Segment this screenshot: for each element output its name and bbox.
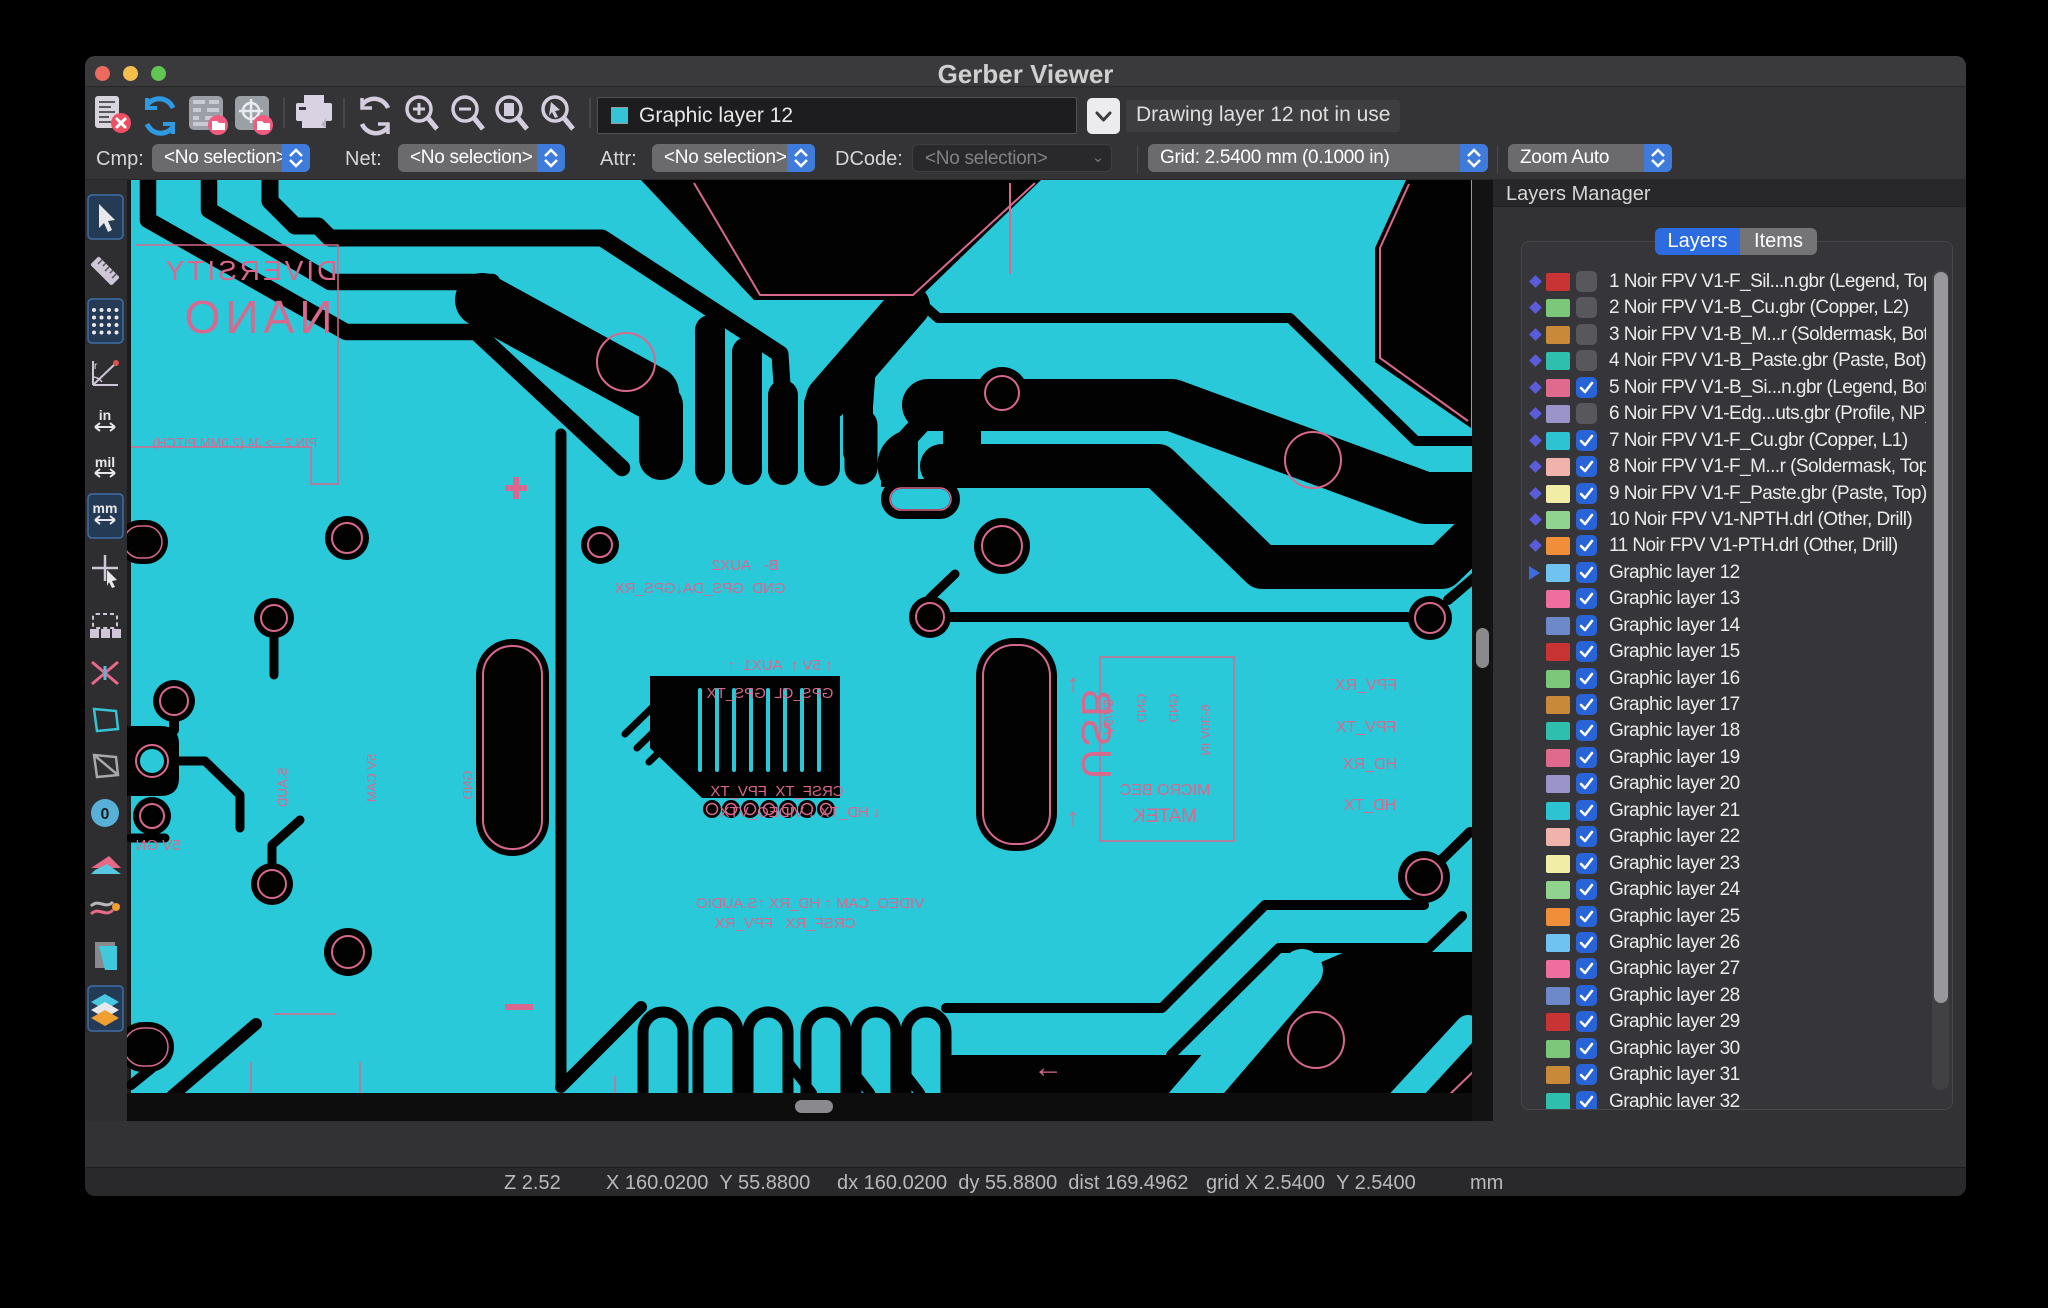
svg-text:USB: USB <box>1073 687 1120 779</box>
svg-text:in: in <box>99 407 111 423</box>
svg-text:MICRO BEC: MICRO BEC <box>1120 782 1211 799</box>
svg-text:PIN 2 --> J4 (2.0MM PITCH): PIN 2 --> J4 (2.0MM PITCH) <box>153 435 317 450</box>
svg-text:mil: mil <box>95 454 115 470</box>
svg-text:CRSF_RX FPV_RX: CRSF_RX FPV_RX <box>715 915 856 932</box>
svg-text:MATEK: MATEK <box>1133 806 1197 827</box>
svg-text:GND GPS_DA↓GPS_RX: GND GPS_DA↓GPS_RX <box>615 580 786 597</box>
svg-text:HD_TX: HD_TX <box>1343 797 1396 814</box>
svg-text:B- AUX2: B- AUX2 <box>712 557 779 574</box>
svg-text:6-30V IN: 6-30V IN <box>1198 704 1213 755</box>
svg-text:CRSF_TX FPV_TX: CRSF_TX FPV_TX <box>710 783 843 800</box>
svg-text:NANO: NANO <box>180 291 333 343</box>
svg-text:→: → <box>1033 1051 1063 1084</box>
svg-text:0: 0 <box>101 806 110 823</box>
svg-text:VIDEO_CAM ↑ HD_RX ↑S.AUDIO: VIDEO_CAM ↑ HD_RX ↑S.AUDIO <box>696 895 924 912</box>
svg-text:5V GN: 5V GN <box>135 837 180 854</box>
svg-text:5V CAM: 5V CAM <box>364 754 379 802</box>
svg-text:↓ HD_TX ↓ VIDEO_VTX: ↓ HD_TX ↓ VIDEO_VTX <box>720 804 881 821</box>
svg-text:HD_RX: HD_RX <box>1343 756 1398 773</box>
svg-text:r: r <box>94 361 98 372</box>
svg-text:DIVERSITY: DIVERSITY <box>163 255 338 286</box>
svg-text:GND: GND <box>460 771 475 800</box>
svg-text:GND: GND <box>1134 694 1149 723</box>
svg-text:GPS_CL GPS_TX: GPS_CL GPS_TX <box>707 685 834 702</box>
svg-text:↑ 5V ↑ AUX1 ↑: ↑ 5V ↑ AUX1 ↑ <box>727 657 832 674</box>
svg-text:mm: mm <box>93 500 118 516</box>
svg-text:↑: ↑ <box>1067 668 1080 698</box>
svg-text:FPV_RX: FPV_RX <box>1335 677 1398 694</box>
svg-text:S.AUD: S.AUD <box>275 767 290 807</box>
svg-text:FPV_TX: FPV_TX <box>1335 719 1396 736</box>
svg-text:↑: ↑ <box>1067 802 1080 832</box>
svg-text:GND: GND <box>1166 694 1181 723</box>
